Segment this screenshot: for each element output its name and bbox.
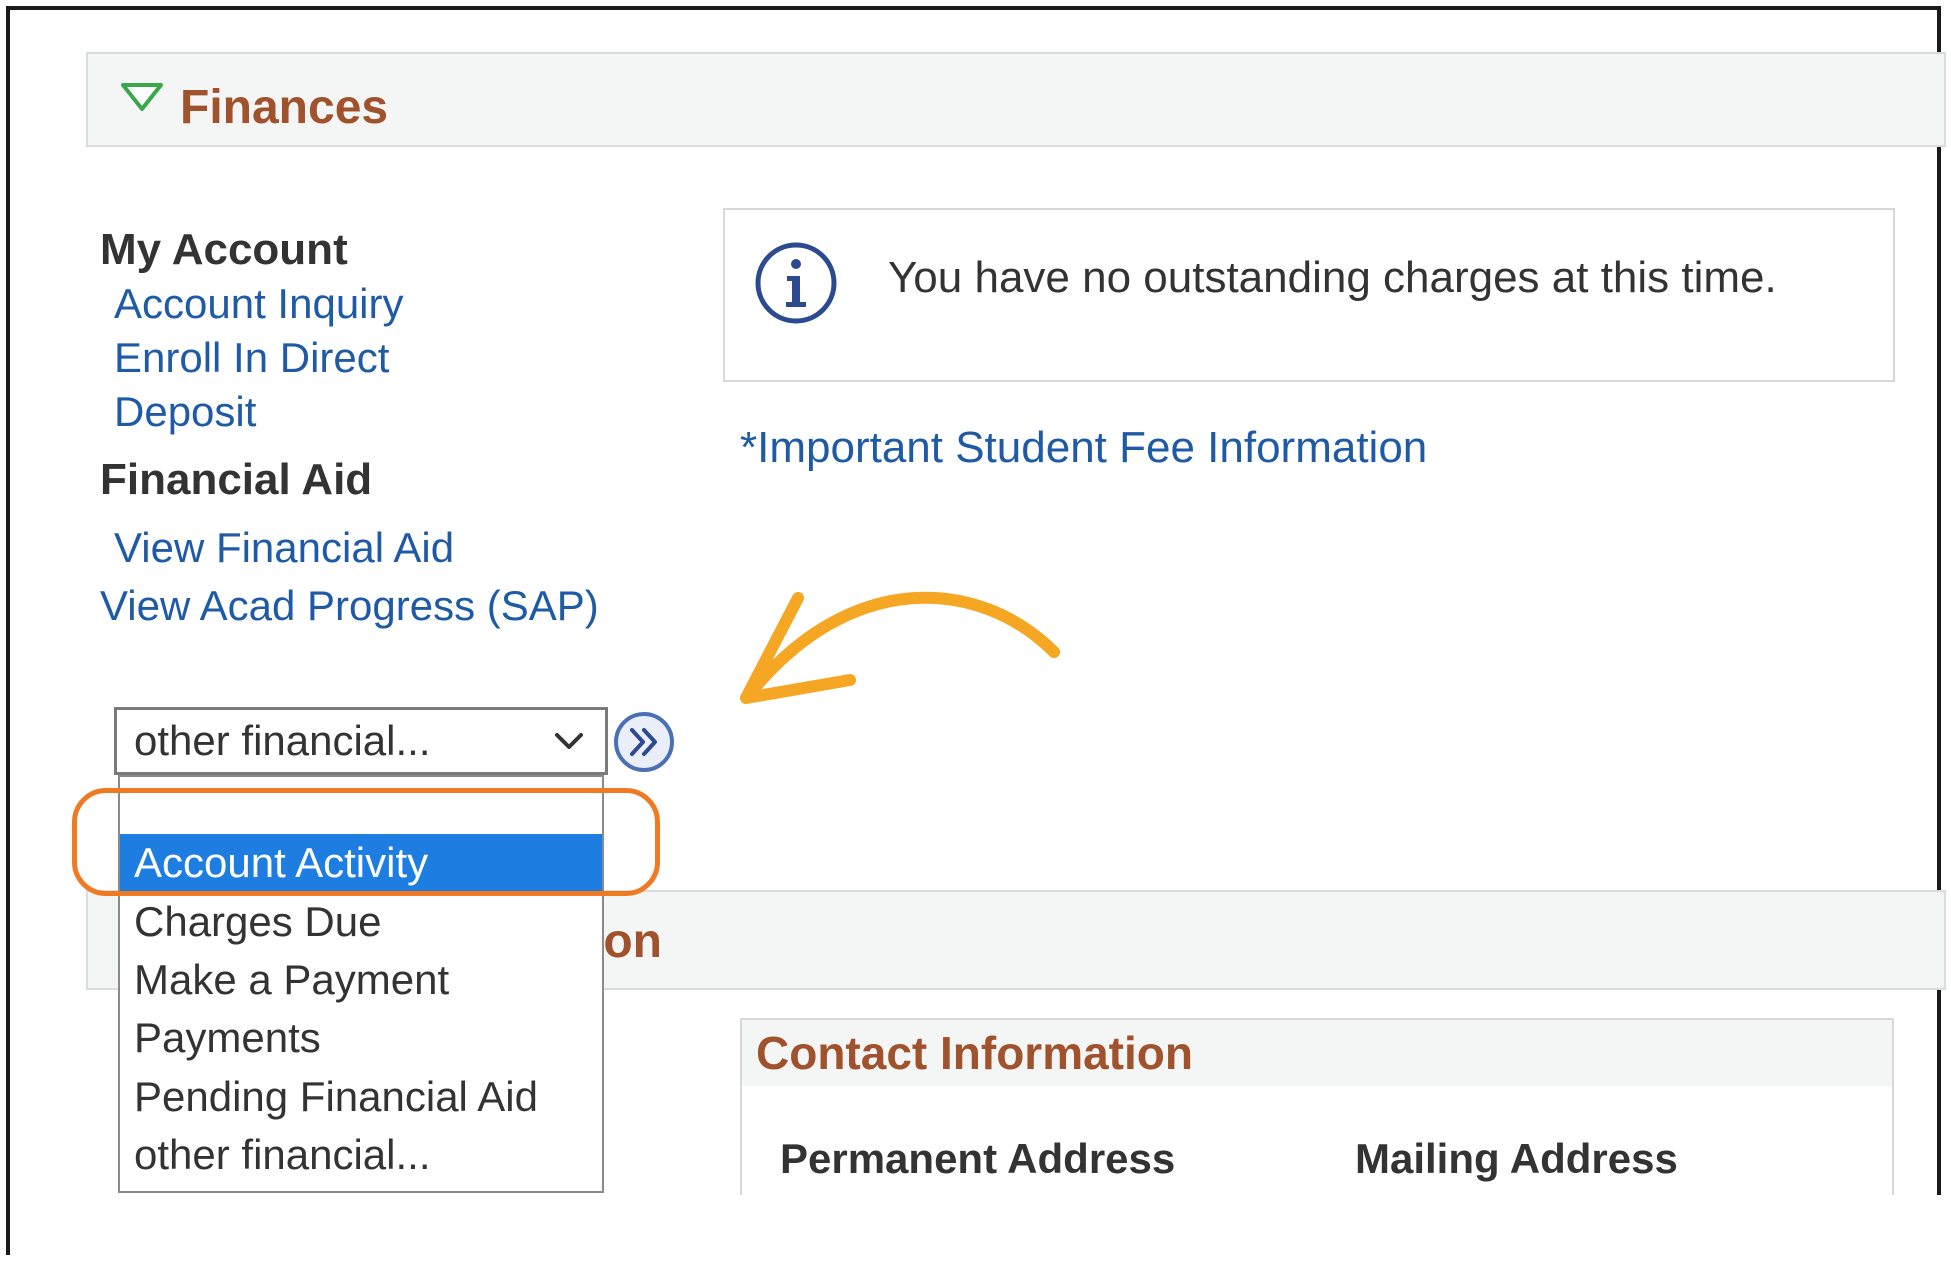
dropdown-option-make-a-payment[interactable]: Make a Payment [120, 951, 602, 1009]
screenshot-crop-area [10, 1195, 1941, 1255]
go-double-chevron-icon[interactable] [612, 710, 676, 774]
chevron-down-icon[interactable] [552, 726, 586, 756]
mailing-address-label: Mailing Address [1355, 1135, 1678, 1182]
enroll-direct-deposit-link-line2[interactable]: Deposit [114, 386, 256, 438]
dropdown-option-other-financial[interactable]: other financial... [120, 1126, 602, 1184]
dropdown-option-payments[interactable]: Payments [120, 1009, 602, 1067]
dropdown-option-account-activity[interactable]: Account Activity [120, 834, 602, 892]
my-account-heading: My Account [100, 225, 348, 274]
view-acad-progress-link[interactable]: View Acad Progress (SAP) [100, 580, 599, 632]
annotation-arrow-icon [740, 591, 1060, 704]
collapse-triangle-icon[interactable] [120, 82, 164, 112]
select-current-value: other financial... [134, 717, 431, 764]
dropdown-option-pending-financial-aid[interactable]: Pending Financial Aid [120, 1068, 602, 1126]
financial-aid-heading: Financial Aid [100, 455, 373, 504]
permanent-address-label: Permanent Address [780, 1135, 1176, 1182]
dropdown-option-charges-due[interactable]: Charges Due [120, 893, 602, 951]
enroll-direct-deposit-link[interactable]: Enroll In Direct [114, 332, 389, 384]
view-financial-aid-link[interactable]: View Financial Aid [114, 522, 454, 574]
account-inquiry-link[interactable]: Account Inquiry [114, 278, 404, 330]
info-icon [755, 242, 837, 324]
outstanding-charges-message: You have no outstanding charges at this … [888, 253, 1777, 302]
dropdown-option-blank[interactable] [120, 780, 602, 832]
student-fee-information-link[interactable]: *Important Student Fee Information [740, 422, 1427, 474]
contact-information-title: Contact Information [756, 1027, 1193, 1079]
finances-title: Finances [180, 81, 389, 134]
